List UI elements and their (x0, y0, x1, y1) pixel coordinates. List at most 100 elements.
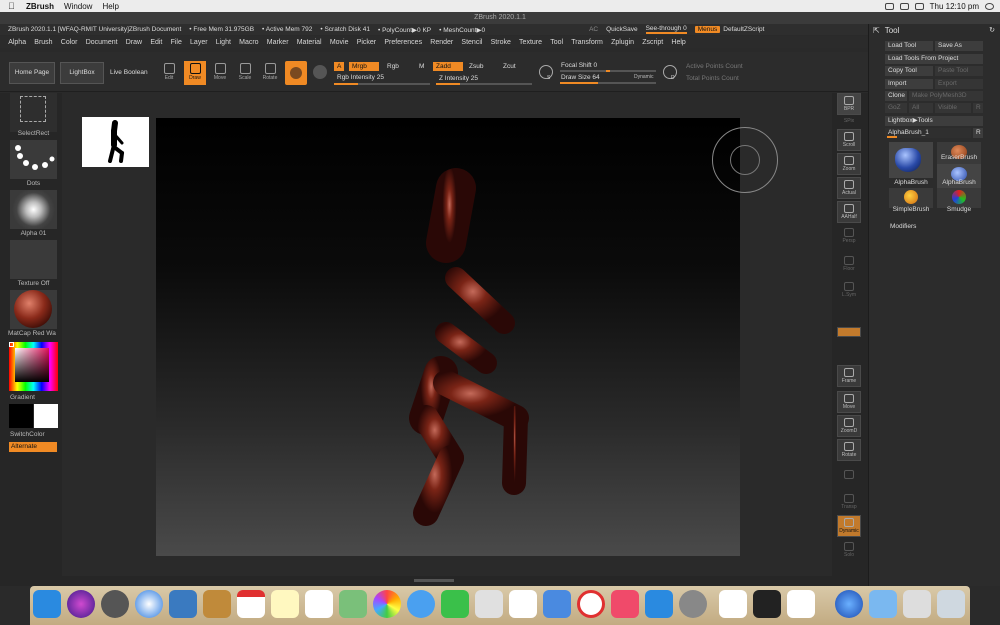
app-store-icon[interactable] (645, 590, 673, 618)
documents-stack-icon[interactable] (903, 590, 931, 618)
menus-button[interactable]: Menus (694, 26, 721, 33)
menu-render[interactable]: Render (430, 39, 453, 46)
menu-zplugin[interactable]: Zplugin (611, 39, 634, 46)
tool-palette-reset-icon[interactable]: ↻ (989, 26, 995, 34)
menu-zscript[interactable]: Zscript (642, 39, 663, 46)
spix-slider[interactable]: SPix (837, 117, 861, 127)
paste-tool-button[interactable]: Paste Tool (935, 66, 983, 76)
ac-button[interactable]: AC (589, 26, 598, 33)
alternate-button[interactable]: Alternate (9, 442, 57, 452)
r-button[interactable]: R (973, 103, 983, 113)
menu-preferences[interactable]: Preferences (384, 39, 422, 46)
r2-button[interactable]: R (973, 128, 983, 138)
default-zscript-button[interactable]: DefaultZScript (723, 26, 764, 33)
menu-material[interactable]: Material (297, 39, 322, 46)
persp-button[interactable]: Persp (837, 225, 861, 247)
messages-icon[interactable] (407, 590, 435, 618)
select-rect-thumb[interactable] (10, 93, 57, 132)
menu-stroke[interactable]: Stroke (491, 39, 511, 46)
contacts-icon[interactable] (203, 590, 231, 618)
draw-size-track[interactable] (560, 82, 656, 84)
alpha-thumb[interactable] (10, 190, 57, 229)
polyf-button[interactable] (837, 467, 861, 489)
menu-macro[interactable]: Macro (239, 39, 258, 46)
trash-icon[interactable] (937, 590, 965, 618)
all-button[interactable]: All (909, 103, 933, 113)
zadd-toggle[interactable]: Zadd (433, 62, 463, 71)
z-intensity-track[interactable] (436, 83, 532, 85)
gradient-label[interactable]: Gradient (10, 394, 57, 401)
clone-button[interactable]: Clone (885, 91, 907, 101)
import-button[interactable]: Import (885, 79, 933, 89)
notes-icon[interactable] (271, 590, 299, 618)
move-view-button[interactable]: Move (837, 391, 861, 413)
gizmo-icon[interactable] (837, 339, 861, 351)
network-globe-icon[interactable] (835, 590, 863, 618)
navigator-thumbnail[interactable] (82, 117, 149, 167)
menu-brush[interactable]: Brush (34, 39, 52, 46)
save-as-button[interactable]: Save As (935, 41, 983, 51)
color-picker[interactable] (9, 342, 58, 391)
draw-size-slider[interactable]: Draw Size 64 (558, 73, 603, 82)
siri-icon[interactable] (67, 590, 95, 618)
menu-color[interactable]: Color (61, 39, 78, 46)
quicksave-button[interactable]: QuickSave (606, 26, 637, 33)
menu-file[interactable]: File (171, 39, 182, 46)
dynamic-view-button[interactable]: Dynamic (837, 515, 861, 537)
home-page-button[interactable]: Home Page (9, 62, 55, 84)
menu-picker[interactable]: Picker (357, 39, 376, 46)
solo-button[interactable]: Solo (837, 539, 861, 561)
rgb-intensity-slider[interactable]: Rgb Intensity 25 (334, 73, 387, 82)
live-boolean-button[interactable]: Live Boolean (110, 69, 148, 76)
spotlight-icon[interactable] (985, 2, 994, 10)
menu-edit[interactable]: Edit (150, 39, 162, 46)
lightbox-tools-button[interactable]: Lightbox▶Tools (885, 116, 983, 126)
simplebrush-thumb[interactable] (889, 188, 933, 208)
smudge-thumb[interactable] (937, 188, 981, 208)
menu-tool[interactable]: Tool (550, 39, 563, 46)
unity-hub-icon[interactable] (719, 590, 747, 618)
mac-menu-window[interactable]: Window (64, 2, 92, 11)
m-toggle[interactable]: M (416, 62, 427, 71)
s-circle-icon[interactable] (539, 65, 553, 79)
menu-transform[interactable]: Transform (571, 39, 603, 46)
draw-tool[interactable]: Draw (184, 61, 206, 85)
lsym-button[interactable]: L.Sym (837, 279, 861, 301)
see-through-slider[interactable]: See-through 0 (645, 25, 687, 34)
menu-layer[interactable]: Layer (190, 39, 208, 46)
rotate-view-button[interactable]: Rotate (837, 439, 861, 461)
secondary-color-swatch[interactable] (34, 404, 58, 428)
load-tools-from-project-button[interactable]: Load Tools From Project (885, 54, 983, 64)
primary-color-swatch[interactable] (9, 404, 33, 428)
modifiers-header[interactable]: Modifiers (890, 223, 916, 230)
frame-button[interactable]: Frame (837, 365, 861, 387)
system-preferences-icon[interactable] (679, 590, 707, 618)
copy-tool-button[interactable]: Copy Tool (885, 66, 933, 76)
menu-document[interactable]: Document (86, 39, 118, 46)
sculptris-button[interactable] (285, 61, 307, 85)
launchpad-icon[interactable] (101, 590, 129, 618)
alphabrush-thumb-1[interactable] (889, 142, 933, 178)
z-intensity-slider[interactable]: Z Intensity 25 (436, 74, 481, 83)
maps-icon[interactable] (339, 590, 367, 618)
material-sphere-icon[interactable] (313, 65, 327, 79)
menu-marker[interactable]: Marker (267, 39, 289, 46)
color-square[interactable] (15, 348, 49, 382)
canvas[interactable] (156, 118, 740, 556)
menu-light[interactable]: Light (216, 39, 231, 46)
unity-icon[interactable] (753, 590, 781, 618)
pages-icon[interactable] (475, 590, 503, 618)
actual-button[interactable]: Actual (837, 177, 861, 199)
make-polymesh-button[interactable]: Make PolyMesh3D (909, 91, 983, 101)
rgb-toggle[interactable]: Rgb (384, 62, 402, 71)
scroll-button[interactable]: Scroll (837, 129, 861, 151)
facetime-icon[interactable] (441, 590, 469, 618)
rotate-tool[interactable]: Rotate (259, 61, 281, 85)
numbers-icon[interactable] (509, 590, 537, 618)
downloads-folder-icon[interactable] (869, 590, 897, 618)
mrgb-toggle[interactable]: Mrgb (349, 62, 379, 71)
stroke-dots-thumb[interactable] (10, 140, 57, 179)
menu-alpha[interactable]: Alpha (8, 39, 26, 46)
move-tool[interactable]: Move (209, 61, 231, 85)
lightbox-button[interactable]: LightBox (60, 62, 104, 84)
